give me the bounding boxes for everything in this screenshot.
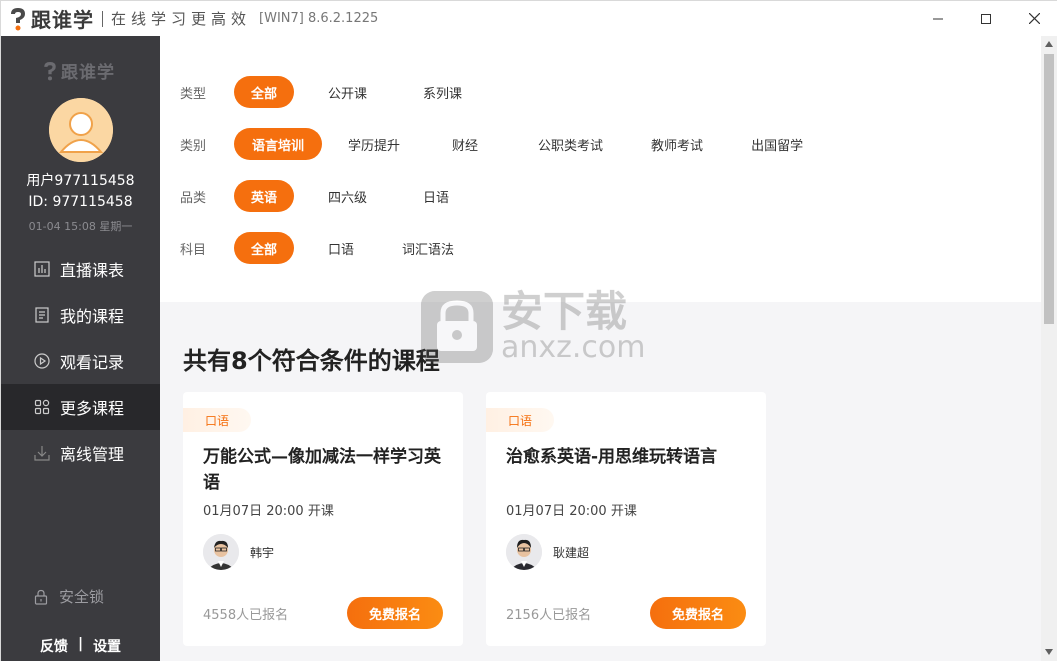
scroll-up-arrow[interactable] <box>1041 36 1057 52</box>
download-icon <box>34 446 50 461</box>
close-button[interactable] <box>1010 1 1057 36</box>
grid-icon <box>34 399 50 415</box>
sidebar-item-label: 我的课程 <box>60 307 125 326</box>
results-title: 共有8个符合条件的课程 <box>183 347 440 375</box>
main-content: 类型 全部 公开课 系列课 类别 语言培训 学历提升 财经 公职类考试 教师考试… <box>160 36 1041 661</box>
sidebar-logo: 跟谁学 <box>41 58 115 83</box>
course-date: 01月07日 20:00 开课 <box>203 504 334 519</box>
question-logo-icon <box>11 7 25 30</box>
filter-panel: 类型 全部 公开课 系列课 类别 语言培训 学历提升 财经 公职类考试 教师考试… <box>160 36 1041 302</box>
teacher-avatar <box>506 534 542 570</box>
enroll-count: 4558人已报名 <box>203 608 289 623</box>
title-bar: 跟谁学 在线学习更高效 [WIN7] 8.6.2.1225 <box>1 1 1057 36</box>
filter-option[interactable]: 出国留学 <box>737 128 817 160</box>
filter-option[interactable]: 系列课 <box>409 76 476 108</box>
maximize-icon <box>981 13 991 24</box>
sidebar-footer: 反馈 | 设置 <box>1 636 160 656</box>
maximize-button[interactable] <box>962 1 1010 36</box>
user-avatar[interactable] <box>49 98 113 162</box>
filter-label: 类别 <box>180 138 207 154</box>
teacher-avatar <box>203 534 239 570</box>
filter-option[interactable]: 英语 <box>234 180 294 212</box>
teacher-photo-icon <box>203 534 239 570</box>
app-slogan: 在线学习更高效 <box>111 10 252 28</box>
app-version: [WIN7] 8.6.2.1225 <box>259 11 379 26</box>
app-brand: 跟谁学 <box>31 8 94 32</box>
sidebar-item-watch-history[interactable]: 观看记录 <box>1 338 160 384</box>
user-icon <box>49 98 113 162</box>
teacher-name: 韩宇 <box>250 546 275 560</box>
sidebar-nav: 直播课表 我的课程 观看记录 更多课程 离线管理 <box>1 246 160 476</box>
sidebar-item-label: 观看记录 <box>60 353 125 372</box>
enroll-count: 2156人已报名 <box>506 608 592 623</box>
filter-option[interactable]: 全部 <box>234 76 294 108</box>
free-signup-button[interactable]: 免费报名 <box>347 597 443 629</box>
play-icon <box>34 353 50 369</box>
filter-option[interactable]: 财经 <box>438 128 492 160</box>
sidebar-brand: 跟谁学 <box>61 63 115 83</box>
current-time: 01-04 15:08 星期一 <box>28 220 133 233</box>
filter-option[interactable]: 全部 <box>234 232 294 264</box>
filter-option[interactable]: 公职类考试 <box>524 128 617 160</box>
document-icon <box>35 307 49 323</box>
sidebar-item-more-courses[interactable]: 更多课程 <box>1 384 160 430</box>
filter-option[interactable]: 语言培训 <box>234 128 322 160</box>
security-lock-button[interactable]: 安全锁 <box>33 586 104 607</box>
feedback-link[interactable]: 反馈 <box>40 636 68 656</box>
window-controls <box>914 1 1057 36</box>
filter-label: 科目 <box>180 242 207 258</box>
filter-row-subcategory: 品类 英语 四六级 日语 <box>180 179 483 213</box>
course-tag: 口语 <box>183 408 251 432</box>
app-window: 跟谁学 在线学习更高效 [WIN7] 8.6.2.1225 跟谁学 用户9771… <box>0 0 1057 661</box>
sidebar-item-my-courses[interactable]: 我的课程 <box>1 292 160 338</box>
title-divider <box>102 10 103 27</box>
sidebar-item-label: 离线管理 <box>60 445 125 464</box>
user-id: ID: 977115458 <box>28 194 133 210</box>
triangle-down-icon <box>1045 649 1053 655</box>
filter-row-type: 类型 全部 公开课 系列课 <box>180 75 496 109</box>
filter-label: 品类 <box>180 190 207 206</box>
free-signup-button[interactable]: 免费报名 <box>650 597 746 629</box>
filter-label: 类型 <box>180 86 207 102</box>
filter-option[interactable]: 学历提升 <box>334 128 414 160</box>
course-title[interactable]: 万能公式—像加减法一样学习英语 <box>203 444 448 496</box>
teacher-name: 耿建超 <box>553 546 590 560</box>
filter-option[interactable]: 公开课 <box>314 76 381 108</box>
filter-row-category: 类别 语言培训 学历提升 财经 公职类考试 教师考试 出国留学 <box>180 127 837 161</box>
settings-link[interactable]: 设置 <box>93 636 121 656</box>
sidebar-item-label: 直播课表 <box>60 261 125 280</box>
question-logo-icon <box>44 61 56 80</box>
chart-icon <box>34 261 50 277</box>
sidebar-item-live-schedule[interactable]: 直播课表 <box>1 246 160 292</box>
course-card[interactable]: 口语 万能公式—像加减法一样学习英语 01月07日 20:00 开课 韩宇 45… <box>183 392 463 646</box>
minimize-icon <box>933 18 943 19</box>
close-icon <box>1028 13 1040 24</box>
sidebar-item-label: 更多课程 <box>60 399 125 418</box>
sidebar-item-offline[interactable]: 离线管理 <box>1 430 160 476</box>
minimize-button[interactable] <box>914 1 962 36</box>
course-title[interactable]: 治愈系英语-用思维玩转语言 <box>506 444 751 470</box>
course-date: 01月07日 20:00 开课 <box>506 504 637 519</box>
filter-option[interactable]: 日语 <box>409 180 463 212</box>
filter-option[interactable]: 口语 <box>314 232 368 264</box>
filter-option[interactable]: 词汇语法 <box>388 232 468 264</box>
course-card[interactable]: 口语 治愈系英语-用思维玩转语言 01月07日 20:00 开课 耿建超 215… <box>486 392 766 646</box>
app-logo: 跟谁学 <box>7 4 94 33</box>
course-tag: 口语 <box>486 408 554 432</box>
triangle-up-icon <box>1045 41 1053 47</box>
user-name: 用户977115458 <box>26 173 135 189</box>
vertical-scrollbar[interactable] <box>1041 36 1057 661</box>
teacher-photo-icon <box>506 534 542 570</box>
footer-divider: | <box>77 636 84 652</box>
scroll-down-arrow[interactable] <box>1041 644 1057 660</box>
lock-label: 安全锁 <box>59 588 105 606</box>
filter-option[interactable]: 四六级 <box>314 180 381 212</box>
filter-row-subject: 科目 全部 口语 词汇语法 <box>180 231 488 265</box>
scroll-thumb[interactable] <box>1044 54 1054 324</box>
lock-icon <box>34 589 48 605</box>
filter-option[interactable]: 教师考试 <box>637 128 717 160</box>
sidebar: 跟谁学 用户977115458 ID: 977115458 01-04 15:0… <box>1 36 160 661</box>
